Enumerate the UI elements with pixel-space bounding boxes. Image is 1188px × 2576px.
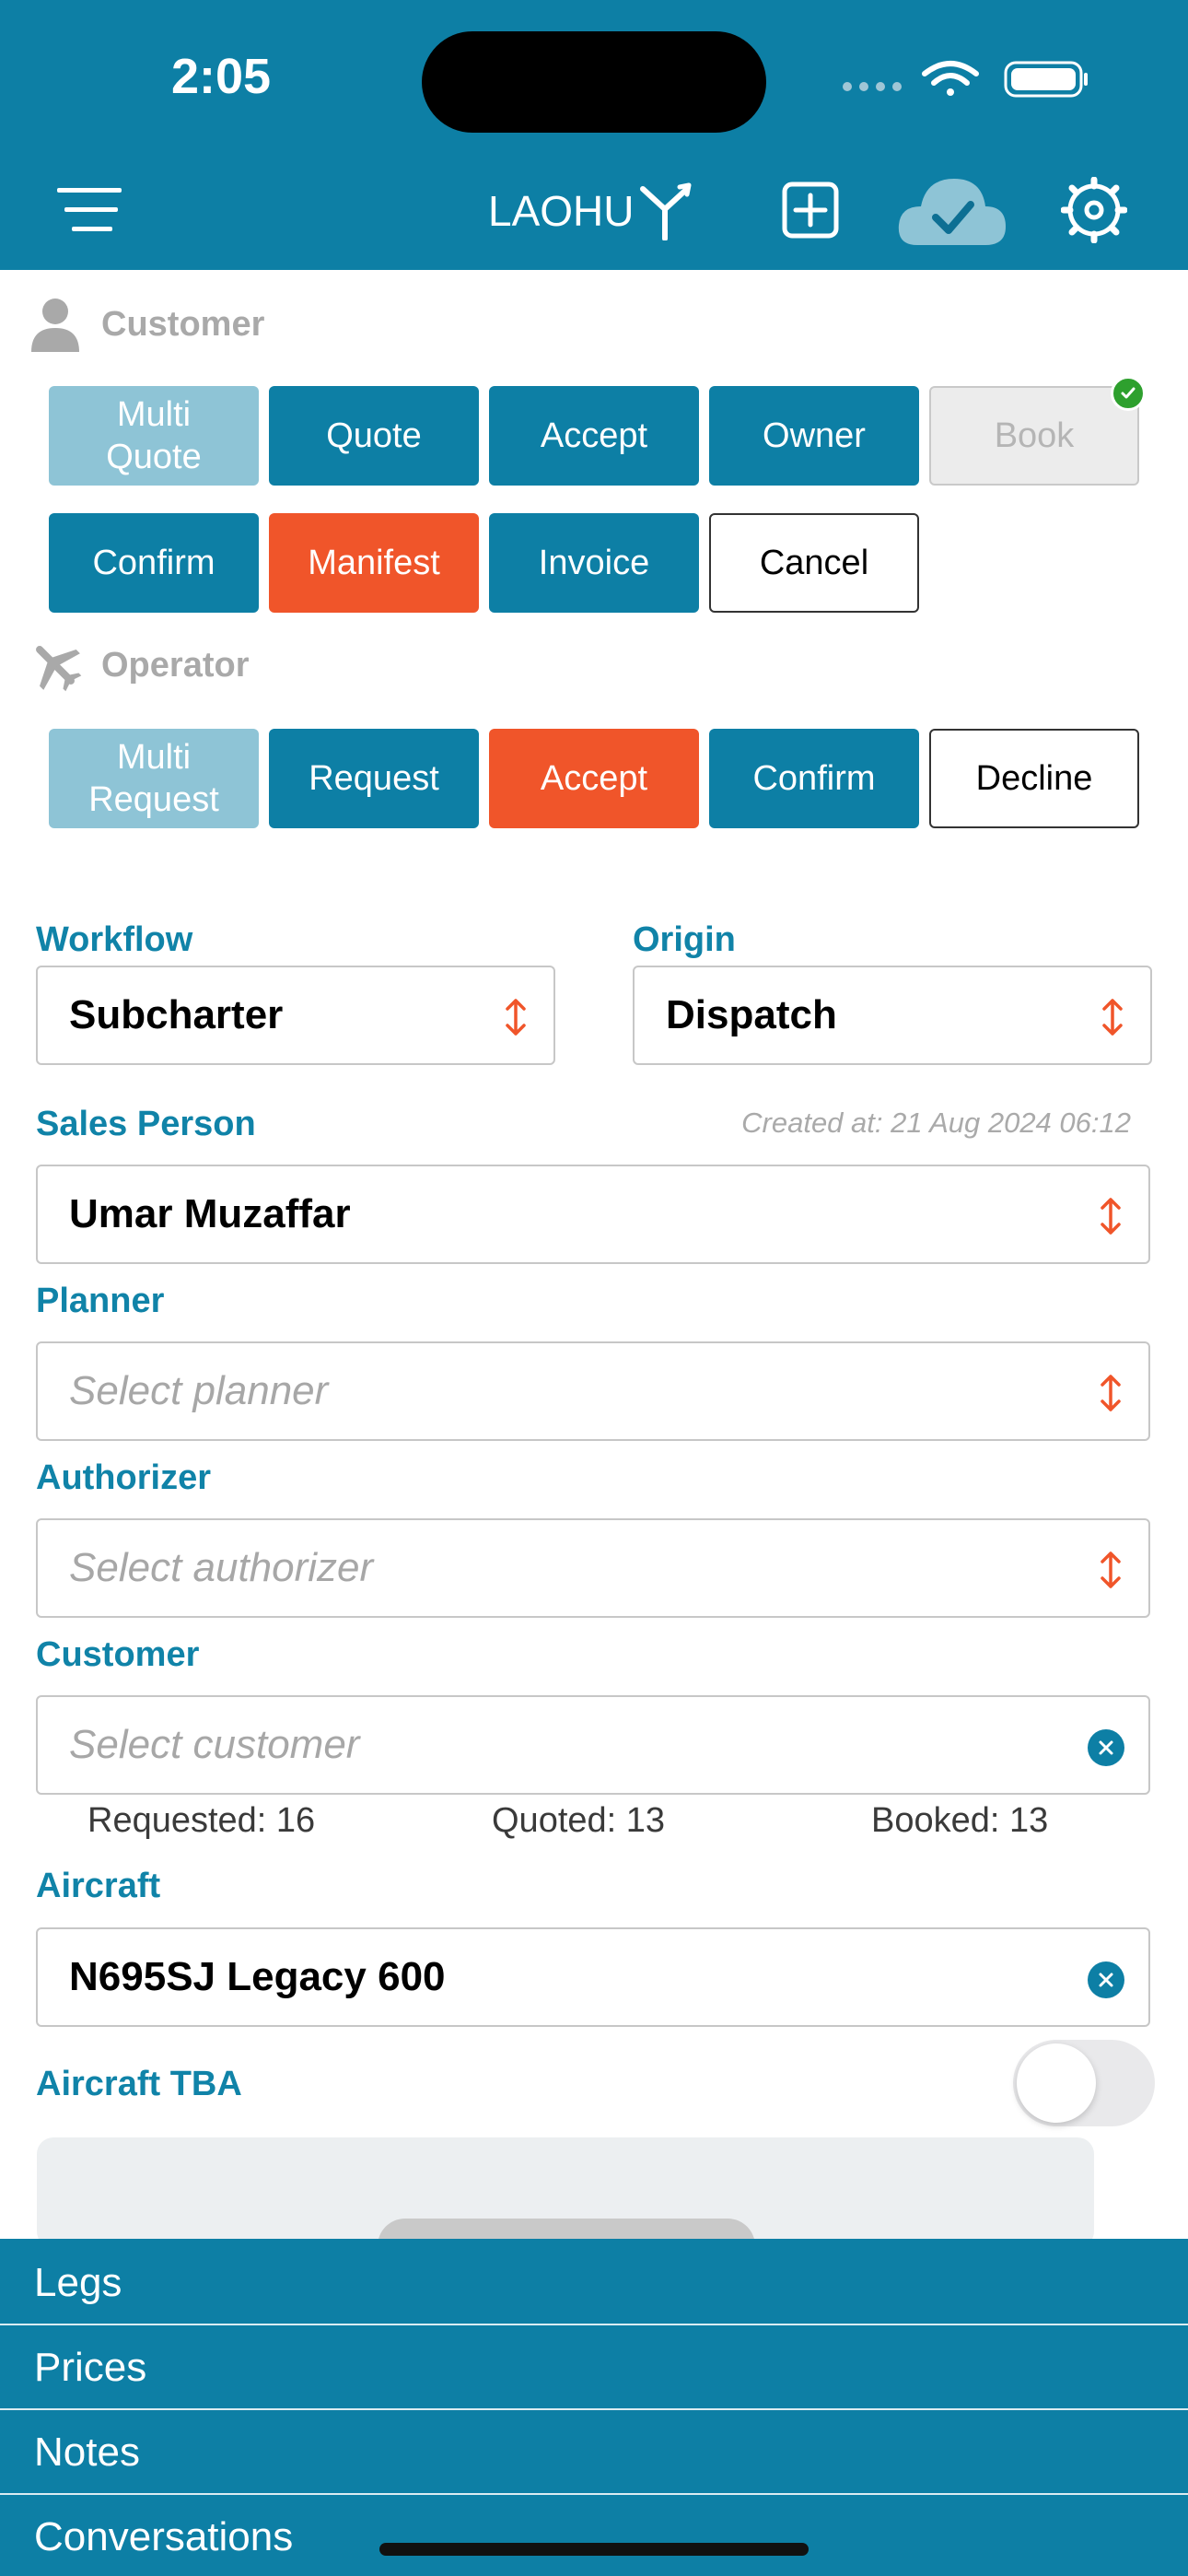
status-icons <box>843 61 1088 98</box>
operator-confirm-label: Confirm <box>752 759 876 798</box>
customer-accept-button[interactable]: Accept <box>489 386 699 486</box>
cancel-label: Cancel <box>759 544 869 582</box>
bottom-sections: Legs Prices Notes Conversations <box>0 2239 1188 2576</box>
origin-label: Origin <box>633 920 736 959</box>
dynamic-island <box>422 31 766 133</box>
sort-arrows-icon <box>1101 1551 1121 1588</box>
divider <box>0 2324 1188 2325</box>
operator-confirm-button[interactable]: Confirm <box>709 729 919 828</box>
app-logo: LAOHU <box>488 179 693 243</box>
requested-count: Requested: 16 <box>87 1801 316 1840</box>
customer-section-title: Customer <box>101 304 265 344</box>
cellular-signal-icon <box>843 82 902 91</box>
status-time: 2:05 <box>170 49 272 104</box>
conversations-label: Conversations <box>34 2514 294 2559</box>
sort-arrows-icon <box>1101 1375 1121 1411</box>
manifest-button[interactable]: Manifest <box>269 513 479 613</box>
cancel-button[interactable]: Cancel <box>709 513 919 613</box>
wifi-icon <box>922 61 979 96</box>
prices-label: Prices <box>34 2345 147 2390</box>
sales-person-value: Umar Muzaffar <box>69 1191 351 1236</box>
workflow-value: Subcharter <box>69 992 284 1037</box>
sort-arrows-icon <box>1101 1198 1121 1235</box>
branch-logo-icon <box>640 182 692 240</box>
menu-icon[interactable] <box>57 182 129 238</box>
notes-label: Notes <box>34 2430 140 2475</box>
customer-confirm-button[interactable]: Confirm <box>49 513 259 613</box>
sales-person-label: Sales Person <box>36 1105 256 1143</box>
decline-label: Decline <box>975 759 1093 798</box>
conversations-section[interactable]: Conversations <box>0 2496 1188 2576</box>
operator-accept-label: Accept <box>540 759 648 798</box>
notes-section[interactable]: Notes <box>0 2411 1188 2494</box>
legs-section[interactable]: Legs <box>0 2242 1188 2324</box>
multi-quote-button[interactable]: Multi Quote <box>49 386 259 486</box>
quoted-count: Quoted: 13 <box>492 1801 666 1840</box>
authorizer-label: Authorizer <box>36 1458 211 1497</box>
customer-placeholder: Select customer <box>69 1722 360 1767</box>
request-label: Request <box>309 759 439 798</box>
clear-customer-icon[interactable] <box>1088 1729 1124 1766</box>
owner-label: Owner <box>763 416 866 455</box>
aircraft-preview-panel <box>37 2137 1094 2248</box>
toggle-knob <box>1017 2043 1096 2123</box>
multi-quote-label: Multi Quote <box>106 395 202 476</box>
operator-section-header: Operator <box>28 638 249 693</box>
aircraft-tba-toggle[interactable] <box>1013 2040 1155 2126</box>
sort-arrows-icon <box>1102 999 1123 1036</box>
quote-button[interactable]: Quote <box>269 386 479 486</box>
multi-request-label: Multi Request <box>88 738 219 819</box>
aircraft-tba-label: Aircraft TBA <box>36 2065 242 2103</box>
invoice-label: Invoice <box>538 544 650 582</box>
planner-select[interactable]: Select planner <box>36 1341 1150 1441</box>
add-icon[interactable] <box>781 181 840 240</box>
quote-label: Quote <box>326 416 422 455</box>
origin-value: Dispatch <box>666 992 837 1037</box>
operator-section-title: Operator <box>101 645 250 685</box>
app-header: 2:05 LAOHU <box>0 0 1188 270</box>
battery-icon <box>1004 61 1088 98</box>
operator-accept-button[interactable]: Accept <box>489 729 699 828</box>
owner-button[interactable]: Owner <box>709 386 919 486</box>
authorizer-select[interactable]: Select authorizer <box>36 1518 1150 1618</box>
sort-arrows-icon <box>506 999 526 1036</box>
book-button[interactable]: Book <box>929 386 1139 486</box>
logo-text: LAOHU <box>488 187 635 235</box>
aircraft-label: Aircraft <box>36 1867 161 1905</box>
invoice-button[interactable]: Invoice <box>489 513 699 613</box>
person-icon <box>31 299 79 352</box>
request-button[interactable]: Request <box>269 729 479 828</box>
manifest-label: Manifest <box>308 544 440 582</box>
prices-section[interactable]: Prices <box>0 2326 1188 2409</box>
divider <box>0 2493 1188 2495</box>
cloud-synced-icon[interactable] <box>895 171 1007 251</box>
aircraft-select[interactable]: N695SJ Legacy 600 <box>36 1927 1150 2027</box>
booked-count: Booked: 13 <box>871 1801 1049 1840</box>
aircraft-value: N695SJ Legacy 600 <box>69 1954 446 1999</box>
sales-person-select[interactable]: Umar Muzaffar <box>36 1165 1150 1264</box>
customer-confirm-label: Confirm <box>92 544 215 582</box>
legs-label: Legs <box>34 2260 122 2305</box>
authorizer-placeholder: Select authorizer <box>69 1545 374 1590</box>
customer-label: Customer <box>36 1635 200 1674</box>
divider <box>0 2408 1188 2410</box>
home-indicator <box>379 2543 809 2556</box>
book-label: Book <box>994 416 1075 455</box>
workflow-label: Workflow <box>36 920 193 959</box>
planner-label: Planner <box>36 1282 165 1320</box>
clear-aircraft-icon[interactable] <box>1088 1961 1124 1998</box>
workflow-select[interactable]: Subcharter <box>36 966 555 1065</box>
origin-select[interactable]: Dispatch <box>633 966 1152 1065</box>
created-at-text: Created at: 21 Aug 2024 06:12 <box>741 1107 1131 1139</box>
airplane-icon <box>36 646 82 692</box>
customer-section-header: Customer <box>28 295 264 354</box>
book-completed-check-icon <box>1111 376 1146 411</box>
decline-button[interactable]: Decline <box>929 729 1139 828</box>
customer-accept-label: Accept <box>540 416 648 455</box>
multi-request-button[interactable]: Multi Request <box>49 729 259 828</box>
customer-select[interactable]: Select customer <box>36 1695 1150 1795</box>
planner-placeholder: Select planner <box>69 1368 329 1413</box>
settings-gear-icon[interactable] <box>1061 177 1127 243</box>
